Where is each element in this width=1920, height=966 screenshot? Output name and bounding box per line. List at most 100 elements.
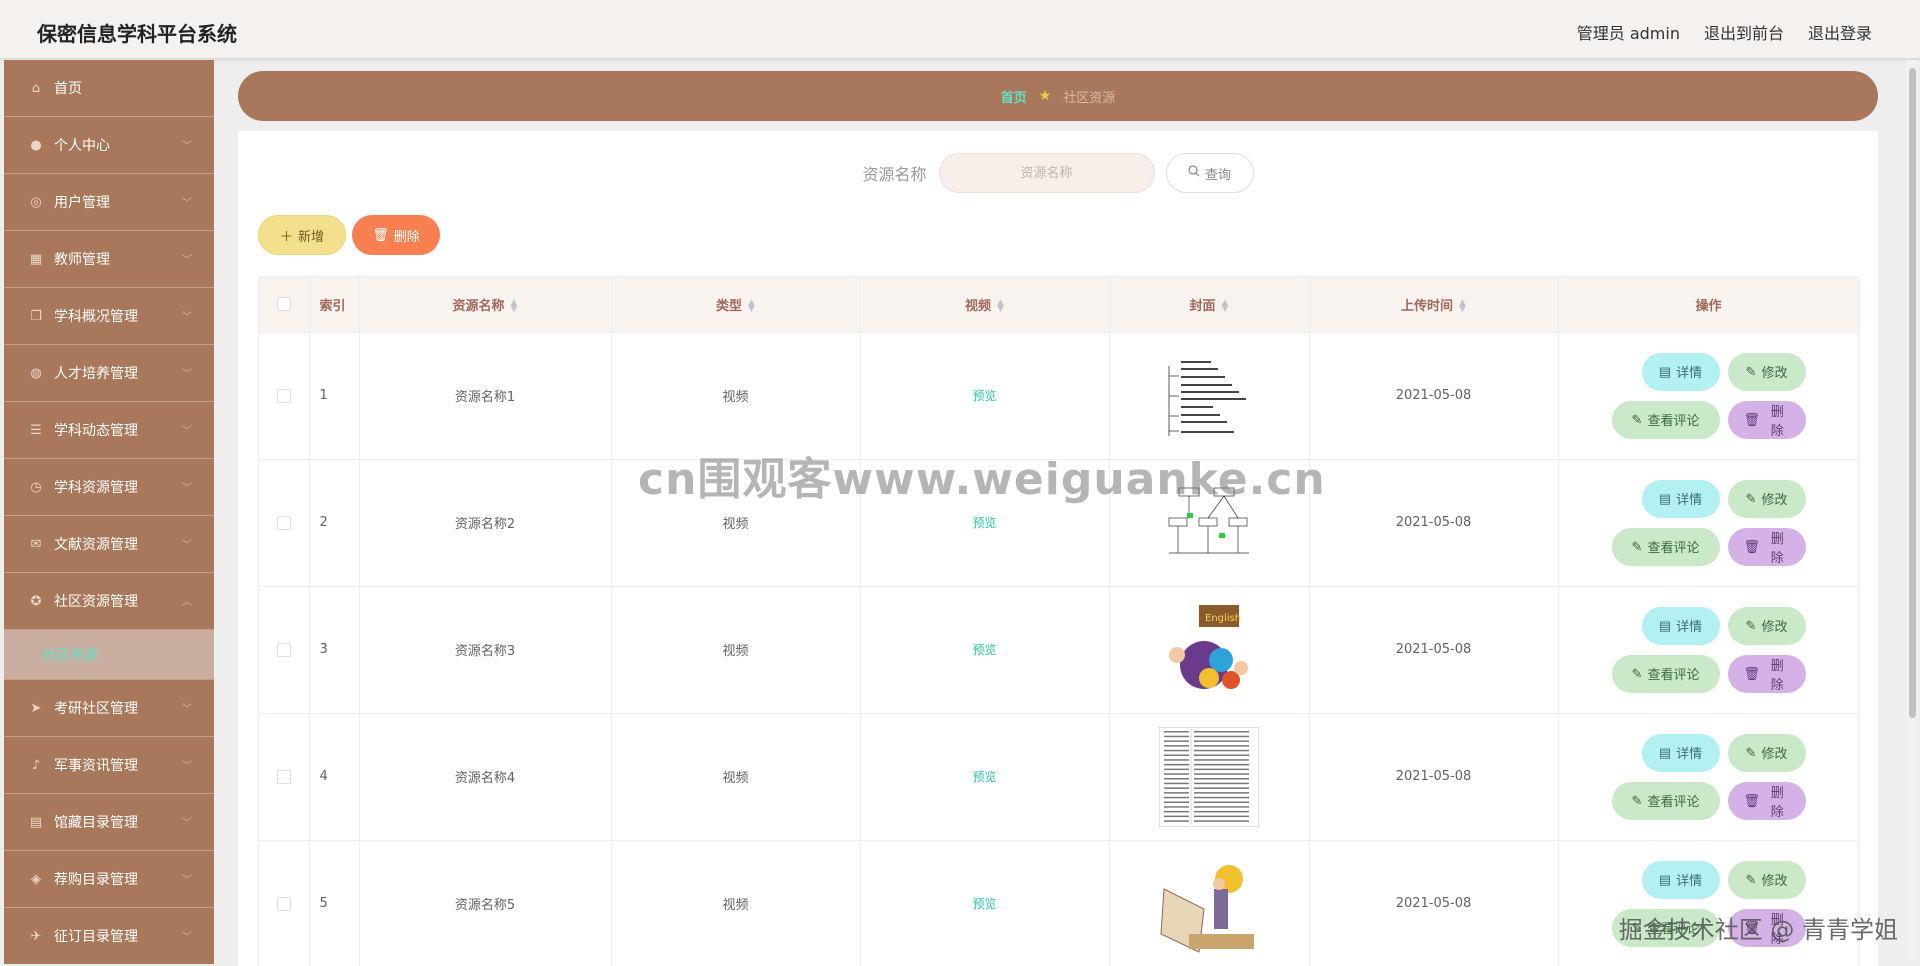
header-name[interactable]: 资源名称 ▲ ▼ — [359, 277, 612, 333]
page-scrollbar[interactable] — [1906, 60, 1918, 960]
detail-button[interactable]: ▤ 详情 — [1641, 733, 1720, 772]
row-checkbox[interactable] — [276, 515, 291, 530]
view-comments-button[interactable]: ✎ 查看评论 — [1611, 654, 1720, 693]
sidebar-item-literature-resources[interactable]: ✉ 文献资源管理 ﹀ — [4, 516, 214, 573]
detail-button[interactable]: ▤ 详情 — [1641, 860, 1720, 899]
send-icon: ➤ — [30, 700, 42, 716]
row-delete-button[interactable]: 🗑 删除 — [1727, 400, 1806, 439]
sidebar-subitem-community-resources[interactable]: 社区资源 — [4, 630, 214, 680]
sidebar-item-subject-news[interactable]: ☰ 学科动态管理 ﹀ — [4, 402, 214, 459]
document-icon: ▤ — [1658, 490, 1672, 506]
edit-button[interactable]: ✎ 修改 — [1727, 860, 1806, 899]
view-comments-button[interactable]: ✎ 查看评论 — [1611, 527, 1720, 566]
header-label: 资源名称 — [452, 298, 505, 314]
header-cover[interactable]: 封面 ▲ ▼ — [1109, 277, 1310, 333]
cover-image[interactable] — [1159, 345, 1259, 446]
row-video-cell: 预览 — [860, 459, 1110, 587]
row-checkbox[interactable] — [276, 388, 291, 403]
header-upload-time[interactable]: 上传时间 ▲ ▼ — [1309, 277, 1559, 333]
video-preview-link[interactable]: 预览 — [972, 516, 996, 530]
view-comments-label: 查看评论 — [1647, 921, 1700, 936]
view-comments-button[interactable]: ✎ 查看评论 — [1611, 908, 1720, 947]
header-type[interactable]: 类型 ▲ ▼ — [611, 277, 861, 333]
video-preview-link[interactable]: 预览 — [972, 897, 996, 911]
cover-image[interactable] — [1159, 472, 1259, 573]
header-select-all[interactable] — [259, 277, 310, 333]
sidebar-item-collection-catalog[interactable]: ▤ 馆藏目录管理 ﹀ — [4, 794, 214, 851]
row-delete-button[interactable]: 🗑 删除 — [1727, 527, 1806, 566]
cover-image[interactable] — [1159, 853, 1259, 954]
detail-button[interactable]: ▤ 详情 — [1641, 479, 1720, 518]
sidebar-item-user-management[interactable]: ◎ 用户管理 ﹀ — [4, 174, 214, 231]
pencil-icon: ✎ — [1745, 363, 1757, 379]
edit-button[interactable]: ✎ 修改 — [1727, 352, 1806, 391]
edit-button[interactable]: ✎ 修改 — [1727, 479, 1806, 518]
add-button[interactable]: ＋ 新增 — [258, 215, 346, 255]
sidebar-item-talent-training[interactable]: ◍ 人才培养管理 ﹀ — [4, 345, 214, 402]
row-video-cell: 预览 — [860, 840, 1110, 966]
sort-icon[interactable]: ▲ ▼ — [1459, 299, 1466, 314]
breadcrumb-home[interactable]: 首页 — [1001, 87, 1027, 106]
exit-to-front-link[interactable]: 退出到前台 — [1704, 20, 1784, 44]
select-all-checkbox[interactable] — [276, 297, 291, 312]
sidebar-item-subscription-catalog[interactable]: ✈ 征订目录管理 ﹀ — [4, 908, 214, 964]
row-cover-cell — [1109, 713, 1310, 841]
row-select-cell[interactable] — [259, 459, 310, 587]
row-delete-button[interactable]: 🗑 删除 — [1727, 654, 1806, 693]
batch-delete-button[interactable]: 🗑 删除 — [352, 215, 440, 255]
edit-button-label: 修改 — [1761, 873, 1788, 888]
table-header-row: 索引 资源名称 ▲ ▼ 类型 ▲ ▼ 视频 ▲ ▼ 封面 ▲ ▼ 上传时间 ▲ ▼ 操作 — [259, 277, 1860, 333]
trash-icon: 🗑 — [1743, 411, 1761, 427]
sort-icon[interactable]: ▲ ▼ — [1222, 299, 1229, 314]
search-input[interactable] — [938, 153, 1155, 193]
sort-icon[interactable]: ▲ ▼ — [511, 299, 518, 314]
pencil-icon: ✎ — [1631, 538, 1643, 554]
row-checkbox[interactable] — [276, 896, 291, 911]
cover-image[interactable] — [1159, 726, 1259, 827]
sidebar-item-home[interactable]: ⌂ 首页 — [4, 60, 214, 117]
sidebar-item-label: 荐购目录管理 — [54, 872, 138, 888]
header-label: 视频 — [965, 298, 992, 314]
row-select-cell[interactable] — [259, 586, 310, 714]
view-comments-button[interactable]: ✎ 查看评论 — [1611, 400, 1720, 439]
view-comments-button[interactable]: ✎ 查看评论 — [1611, 781, 1720, 820]
admin-user-label[interactable]: 管理员 admin — [1577, 20, 1680, 44]
cover-image[interactable]: English — [1159, 599, 1259, 700]
sidebar-item-teacher-management[interactable]: ▦ 教师管理 ﹀ — [4, 231, 214, 288]
sidebar-item-personal-center[interactable]: ● 个人中心 ﹀ — [4, 117, 214, 174]
row-select-cell[interactable] — [259, 332, 310, 460]
sidebar-item-military-news[interactable]: ♪ 军事资讯管理 ﹀ — [4, 737, 214, 794]
sidebar-item-label: 学科动态管理 — [54, 423, 138, 439]
detail-button-label: 详情 — [1676, 619, 1703, 634]
sidebar-item-postgrad-community[interactable]: ➤ 考研社区管理 ﹀ — [4, 680, 214, 737]
sidebar-item-subject-resources[interactable]: ◷ 学科资源管理 ﹀ — [4, 459, 214, 516]
search-button[interactable]: 查询 — [1165, 153, 1254, 193]
sort-icon[interactable]: ▲ ▼ — [997, 299, 1004, 314]
globe-icon: ◍ — [30, 365, 42, 381]
sidebar-item-recommend-catalog[interactable]: ◈ 荐购目录管理 ﹀ — [4, 851, 214, 908]
row-select-cell[interactable] — [259, 713, 310, 841]
sidebar-item-community-resources[interactable]: ✪ 社区资源管理 ︿ — [4, 573, 214, 630]
sort-icon[interactable]: ▲ ▼ — [748, 299, 755, 314]
logout-link[interactable]: 退出登录 — [1808, 20, 1872, 44]
video-preview-link[interactable]: 预览 — [972, 643, 996, 657]
row-checkbox[interactable] — [276, 642, 291, 657]
detail-button[interactable]: ▤ 详情 — [1641, 606, 1720, 645]
edit-button[interactable]: ✎ 修改 — [1727, 606, 1806, 645]
trash-icon: 🗑 — [372, 227, 389, 243]
row-delete-button[interactable]: 🗑 删除 — [1727, 781, 1806, 820]
edit-button[interactable]: ✎ 修改 — [1727, 733, 1806, 772]
header-video[interactable]: 视频 ▲ ▼ — [860, 277, 1110, 333]
row-select-cell[interactable] — [259, 840, 310, 966]
pencil-icon: ✎ — [1745, 490, 1757, 506]
row-delete-button[interactable]: 🗑 删除 — [1727, 908, 1806, 947]
detail-button[interactable]: ▤ 详情 — [1641, 352, 1720, 391]
chevron-down-icon: ﹀ — [182, 255, 192, 266]
scroll-thumb[interactable] — [1909, 68, 1916, 718]
video-preview-link[interactable]: 预览 — [972, 770, 996, 784]
sidebar-item-subject-overview[interactable]: ❐ 学科概况管理 ﹀ — [4, 288, 214, 345]
video-preview-link[interactable]: 预览 — [972, 389, 996, 403]
row-checkbox[interactable] — [276, 769, 291, 784]
sidebar-item-label: 人才培养管理 — [54, 366, 138, 382]
header-label: 封面 — [1189, 298, 1216, 314]
